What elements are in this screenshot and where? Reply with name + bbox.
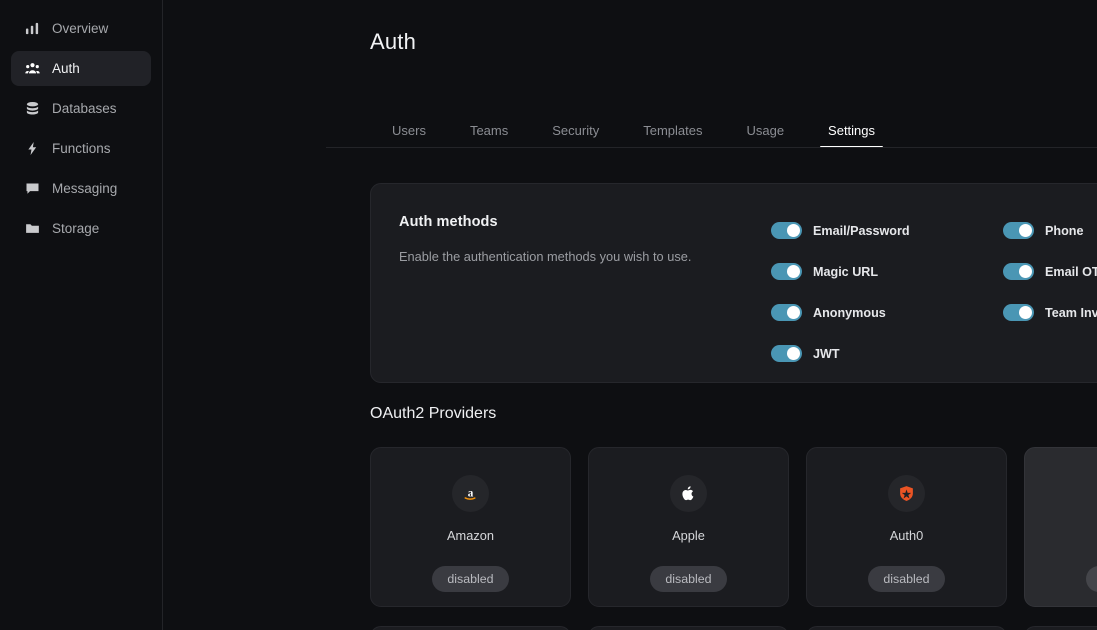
tab-teams[interactable]: Teams: [448, 114, 530, 148]
toggle-label: Email/Password: [813, 223, 910, 238]
toggle-anonymous[interactable]: [771, 304, 802, 321]
provider-name: Auth0: [889, 528, 924, 543]
toggle-row-jwt: JWT: [771, 345, 1003, 362]
oauth2-provider-grid-row2: [370, 626, 1097, 630]
tab-bar: Users Teams Security Templates Usage Set…: [370, 113, 897, 148]
amazon-icon: a: [452, 475, 489, 512]
sidebar-item-label: Storage: [52, 221, 100, 236]
auth-methods-title: Auth methods: [399, 214, 498, 230]
tab-users[interactable]: Users: [370, 114, 448, 148]
provider-card-partial[interactable]: [588, 626, 789, 630]
auth-methods-description: Enable the authentication methods you wi…: [399, 249, 692, 264]
sidebar-item-label: Messaging: [52, 181, 118, 196]
provider-name: Amazon: [447, 528, 494, 543]
provider-card-partial[interactable]: [1024, 626, 1097, 630]
toggle-label: Email OTP: [1045, 264, 1097, 279]
toggle-team-invites[interactable]: [1003, 304, 1034, 321]
folder-icon: [25, 221, 40, 236]
apple-icon: [670, 475, 707, 512]
chat-bubble-icon: [25, 181, 40, 196]
toggle-label: Phone: [1045, 223, 1084, 238]
page-title: Auth: [370, 29, 417, 54]
toggle-label: JWT: [813, 346, 840, 361]
oauth2-provider-grid: a Amazon disabled Apple disabled Auth0 d…: [370, 447, 1097, 607]
sidebar-item-label: Databases: [52, 101, 117, 116]
provider-card-partial[interactable]: [370, 626, 571, 630]
tab-security[interactable]: Security: [530, 114, 621, 148]
svg-text:a: a: [468, 487, 474, 499]
toggle-phone[interactable]: [1003, 222, 1034, 239]
toggle-row-team-invites: Team Invites: [1003, 304, 1097, 321]
toggle-knob: [1019, 224, 1032, 237]
tab-templates[interactable]: Templates: [621, 114, 724, 148]
auth-methods-header: Auth methods Enable the authentication m…: [399, 214, 729, 266]
users-group-icon: [25, 61, 40, 76]
provider-status-badge: disabled: [650, 566, 727, 592]
sidebar-item-overview[interactable]: Overview: [11, 11, 151, 46]
provider-card-partial[interactable]: [806, 626, 1007, 630]
app-root: Overview Auth Databases Functions Messag…: [0, 0, 1097, 630]
database-icon: [25, 101, 40, 116]
chart-bars-icon: [25, 21, 40, 36]
toggle-jwt[interactable]: [771, 345, 802, 362]
provider-card-authentik[interactable]: Authentik disabled: [1024, 447, 1097, 607]
toggle-knob: [1019, 265, 1032, 278]
sidebar-item-label: Overview: [52, 21, 109, 36]
toggle-knob: [787, 265, 800, 278]
toggle-email-password[interactable]: [771, 222, 802, 239]
auth-methods-card: Auth methods Enable the authentication m…: [370, 183, 1097, 383]
lightning-bolt-icon: [25, 141, 40, 156]
toggle-row-phone: Phone: [1003, 222, 1097, 239]
provider-status-badge: disabled: [868, 566, 945, 592]
sidebar: Overview Auth Databases Functions Messag…: [0, 0, 163, 630]
auth-methods-toggle-grid: Email/Password Phone Magic URL Email OTP: [771, 210, 1097, 374]
toggle-knob: [1019, 306, 1032, 319]
provider-card-apple[interactable]: Apple disabled: [588, 447, 789, 607]
toggle-knob: [787, 224, 800, 237]
toggle-row-email-otp: Email OTP: [1003, 263, 1097, 280]
provider-status-badge: disabled: [432, 566, 509, 592]
sidebar-item-label: Functions: [52, 141, 111, 156]
tab-settings[interactable]: Settings: [806, 114, 897, 148]
main-content: Auth Users Teams Security Templates Usag…: [163, 0, 1097, 630]
toggle-label: Magic URL: [813, 264, 879, 279]
toggle-row-magic-url: Magic URL: [771, 263, 1003, 280]
provider-card-auth0[interactable]: Auth0 disabled: [806, 447, 1007, 607]
toggle-label: Anonymous: [813, 305, 886, 320]
sidebar-item-functions[interactable]: Functions: [11, 131, 151, 166]
toggle-knob: [787, 347, 800, 360]
sidebar-item-label: Auth: [52, 61, 80, 76]
toggle-knob: [787, 306, 800, 319]
toggle-magic-url[interactable]: [771, 263, 802, 280]
sidebar-item-messaging[interactable]: Messaging: [11, 171, 151, 206]
toggle-row-email-password: Email/Password: [771, 222, 1003, 239]
sidebar-item-databases[interactable]: Databases: [11, 91, 151, 126]
auth0-icon: [888, 475, 925, 512]
provider-card-amazon[interactable]: a Amazon disabled: [370, 447, 571, 607]
toggle-email-otp[interactable]: [1003, 263, 1034, 280]
provider-status-badge: disabled: [1086, 566, 1097, 592]
provider-name: Apple: [672, 528, 705, 543]
toggle-row-anonymous: Anonymous: [771, 304, 1003, 321]
oauth2-section-title: OAuth2 Providers: [370, 405, 497, 422]
tab-bar-divider: [326, 147, 1097, 148]
toggle-label: Team Invites: [1045, 305, 1097, 320]
sidebar-item-storage[interactable]: Storage: [11, 211, 151, 246]
sidebar-item-auth[interactable]: Auth: [11, 51, 151, 86]
tab-usage[interactable]: Usage: [724, 114, 806, 148]
